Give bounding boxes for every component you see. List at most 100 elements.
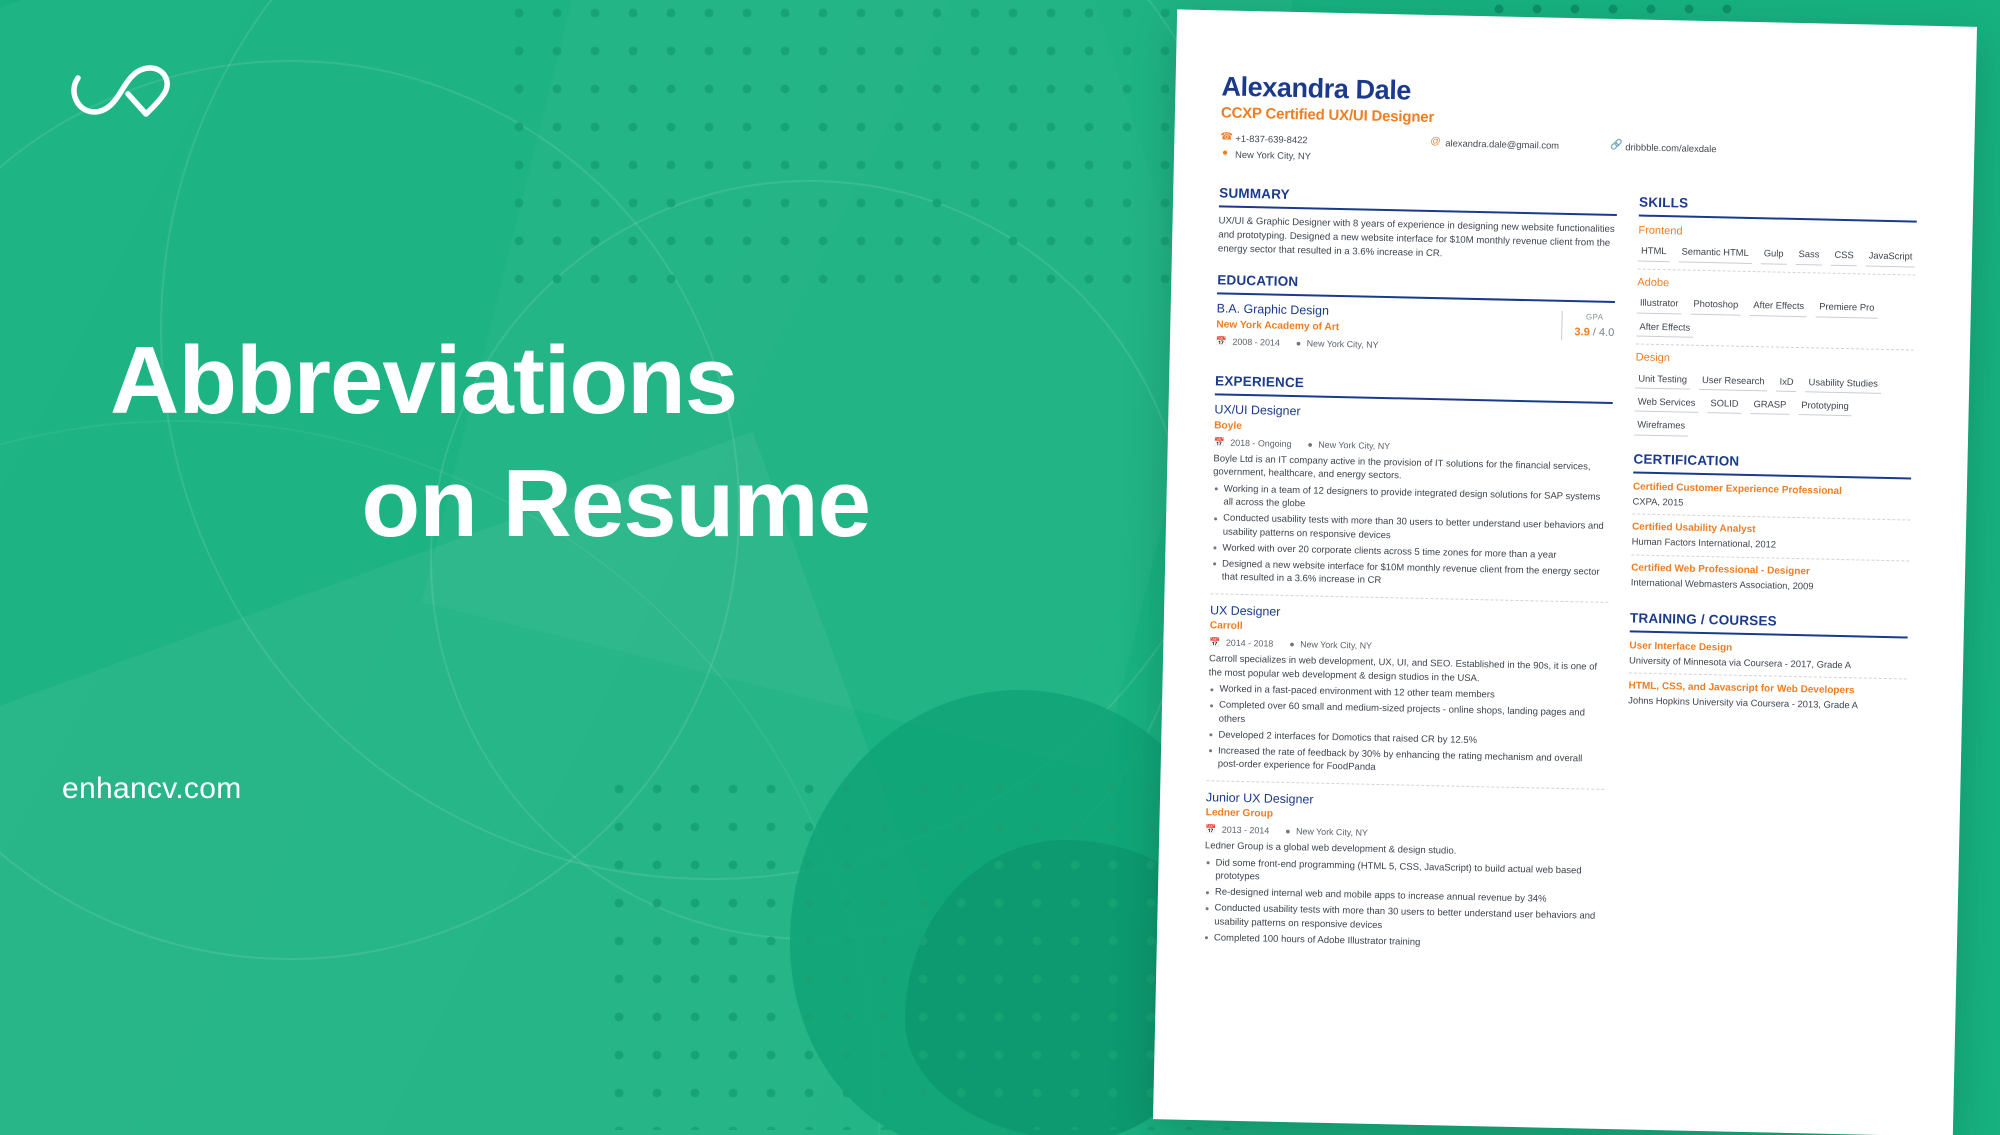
experience-entry: UX/UI Designer Boyle 📅 2018 - Ongoing ● … bbox=[1210, 402, 1612, 601]
location-pin-icon: ● bbox=[1295, 338, 1302, 349]
skill-chip: JavaScript bbox=[1865, 247, 1916, 268]
experience-dates: 2014 - 2018 bbox=[1225, 638, 1274, 650]
headline-line-1: Abbreviations bbox=[110, 327, 738, 434]
contact-location: ● New York City, NY bbox=[1220, 147, 1311, 162]
skill-group-frontend: Frontend HTML Semantic HTML Gulp Sass CS… bbox=[1637, 223, 1917, 268]
experience-bullets: Worked in a fast-paced environment with … bbox=[1207, 682, 1607, 779]
skill-chip: GRASP bbox=[1750, 396, 1790, 416]
skill-group-design: Design Unit Testing User Research IxD Us… bbox=[1634, 343, 1914, 442]
gpa-value-wrap: 3.9 / 4.0 bbox=[1574, 325, 1614, 341]
education-location: New York City, NY bbox=[1306, 338, 1379, 351]
enhancv-logo[interactable] bbox=[66, 56, 176, 118]
skill-chip: CSS bbox=[1831, 247, 1857, 267]
calendar-icon: 📅 bbox=[1205, 824, 1217, 835]
contact-portfolio-value: dribbble.com/alexdale bbox=[1625, 140, 1717, 154]
education-entry: B.A. Graphic Design New York Academy of … bbox=[1216, 302, 1615, 366]
section-title-training: TRAINING / COURSES bbox=[1629, 610, 1778, 629]
skill-chip: After Effects bbox=[1636, 318, 1694, 338]
contact-portfolio-link[interactable]: 🔗 dribbble.com/alexdale bbox=[1610, 140, 1716, 156]
contact-list: ☎ +1-837-639-8422 ● New York City, NY @ … bbox=[1220, 131, 1929, 180]
skill-chip: Unit Testing bbox=[1635, 370, 1691, 390]
experience-bullet: Increased the rate of feedback by 30% by… bbox=[1207, 744, 1605, 780]
experience-dates-wrap: 📅 2014 - 2018 bbox=[1209, 637, 1273, 651]
calendar-icon: 📅 bbox=[1213, 437, 1225, 448]
section-certification: CERTIFICATION Certified Customer Experie… bbox=[1630, 449, 1912, 601]
experience-location: New York City, NY bbox=[1300, 639, 1373, 652]
gpa-badge: GPA 3.9 / 4.0 bbox=[1561, 311, 1615, 342]
skill-chip: Prototyping bbox=[1798, 397, 1852, 417]
location-pin-icon: ● bbox=[1307, 439, 1313, 450]
link-icon: 🔗 bbox=[1610, 140, 1623, 152]
resume-main-column: SUMMARY UX/UI & Graphic Designer with 8 … bbox=[1202, 183, 1618, 962]
contact-email[interactable]: @ alexandra.dale@gmail.com bbox=[1430, 136, 1559, 152]
training-entry: HTML, CSS, and Javascript for Web Develo… bbox=[1627, 672, 1907, 720]
experience-dates: 2018 - Ongoing bbox=[1230, 437, 1292, 450]
section-skills: SKILLS Frontend HTML Semantic HTML Gulp … bbox=[1634, 192, 1917, 442]
calendar-icon: 📅 bbox=[1209, 637, 1221, 648]
contact-phone-value: +1-837-639-8422 bbox=[1235, 132, 1308, 145]
page-title: Abbreviations on Resume bbox=[110, 320, 871, 566]
skill-group-adobe: Adobe Illustrator Photoshop After Effect… bbox=[1636, 268, 1916, 343]
skill-chip: After Effects bbox=[1750, 297, 1808, 317]
summary-text: UX/UI & Graphic Designer with 8 years of… bbox=[1217, 215, 1615, 260]
education-dates-wrap: 📅 2008 - 2014 bbox=[1216, 336, 1280, 350]
section-summary: SUMMARY UX/UI & Graphic Designer with 8 … bbox=[1218, 183, 1618, 265]
location-pin-icon: ● bbox=[1289, 639, 1295, 650]
experience-location-wrap: ● New York City, NY bbox=[1285, 825, 1368, 839]
phone-icon: ☎ bbox=[1220, 131, 1234, 143]
skill-chip: Gulp bbox=[1760, 245, 1787, 265]
email-icon: @ bbox=[1430, 136, 1441, 148]
gpa-scale: / 4.0 bbox=[1592, 326, 1615, 339]
section-title-certification: CERTIFICATION bbox=[1633, 451, 1740, 469]
bg-dot-grid bbox=[500, 0, 1220, 294]
skill-chip: Photoshop bbox=[1690, 296, 1742, 316]
skill-chip: Sass bbox=[1795, 246, 1823, 266]
skill-chip: IxD bbox=[1776, 373, 1797, 393]
experience-location-wrap: ● New York City, NY bbox=[1307, 438, 1390, 452]
skill-group-label: Frontend bbox=[1638, 224, 1683, 238]
experience-location-wrap: ● New York City, NY bbox=[1289, 638, 1372, 652]
headline-line-2: on Resume bbox=[361, 449, 871, 557]
experience-location: New York City, NY bbox=[1295, 826, 1368, 839]
location-pin-icon: ● bbox=[1221, 147, 1229, 159]
location-pin-icon: ● bbox=[1285, 826, 1291, 837]
skill-chip: User Research bbox=[1698, 371, 1768, 392]
section-experience: EXPERIENCE UX/UI Designer Boyle 📅 2018 -… bbox=[1202, 371, 1614, 962]
contact-location-value: New York City, NY bbox=[1234, 148, 1312, 161]
skill-chip-list: HTML Semantic HTML Gulp Sass CSS JavaScr… bbox=[1637, 242, 1916, 268]
skill-chip: Web Services bbox=[1634, 393, 1699, 414]
skill-chip: Semantic HTML bbox=[1678, 243, 1752, 264]
skill-group-label: Adobe bbox=[1637, 276, 1670, 289]
experience-entry: Junior UX Designer Ledner Group 📅 2013 -… bbox=[1202, 779, 1605, 962]
skill-chip-list: Illustrator Photoshop After Effects Prem… bbox=[1636, 294, 1915, 343]
resume-side-column: SKILLS Frontend HTML Semantic HTML Gulp … bbox=[1623, 192, 1918, 968]
site-url[interactable]: enhancv.com bbox=[62, 772, 242, 806]
education-dates: 2008 - 2014 bbox=[1232, 336, 1280, 348]
skill-group-label: Design bbox=[1635, 351, 1671, 365]
gpa-label: GPA bbox=[1585, 312, 1604, 323]
contact-phone: ☎ +1-837-639-8422 bbox=[1220, 131, 1307, 146]
resume-document: Alexandra Dale CCXP Certified UX/UI Desi… bbox=[1152, 9, 1978, 1135]
section-title-skills: SKILLS bbox=[1638, 194, 1689, 211]
skill-chip: Wireframes bbox=[1634, 416, 1689, 437]
promo-banner: Abbreviations on Resume enhancv.com Alex… bbox=[0, 0, 2000, 1135]
skill-chip: Illustrator bbox=[1636, 294, 1682, 315]
experience-bullet: Designed a new website interface for $10… bbox=[1211, 557, 1609, 593]
education-location-wrap: ● New York City, NY bbox=[1296, 337, 1379, 351]
experience-entry: UX Designer Carroll 📅 2014 - 2018 ● New … bbox=[1206, 592, 1609, 789]
experience-dates: 2013 - 2014 bbox=[1221, 825, 1270, 837]
experience-location: New York City, NY bbox=[1318, 439, 1391, 452]
contact-email-value: alexandra.dale@gmail.com bbox=[1445, 136, 1560, 151]
experience-bullets: Did some front-end programming (HTML 5, … bbox=[1203, 856, 1603, 953]
certification-entry: Certified Usability Analyst Human Factor… bbox=[1631, 513, 1911, 561]
section-training: TRAINING / COURSES User Interface Design… bbox=[1627, 608, 1908, 720]
skill-chip: SOLID bbox=[1707, 395, 1742, 415]
experience-dates-wrap: 📅 2013 - 2014 bbox=[1205, 824, 1269, 838]
skill-chip: Usability Studies bbox=[1805, 373, 1882, 394]
skill-chip: HTML bbox=[1637, 242, 1670, 262]
calendar-icon: 📅 bbox=[1215, 336, 1228, 347]
experience-bullets: Working in a team of 12 designers to pro… bbox=[1211, 482, 1611, 593]
skill-chip: Premiere Pro bbox=[1815, 298, 1878, 319]
bg-dot-grid bbox=[600, 770, 1240, 1130]
certification-entry: Certified Web Professional - Designer In… bbox=[1630, 553, 1910, 601]
